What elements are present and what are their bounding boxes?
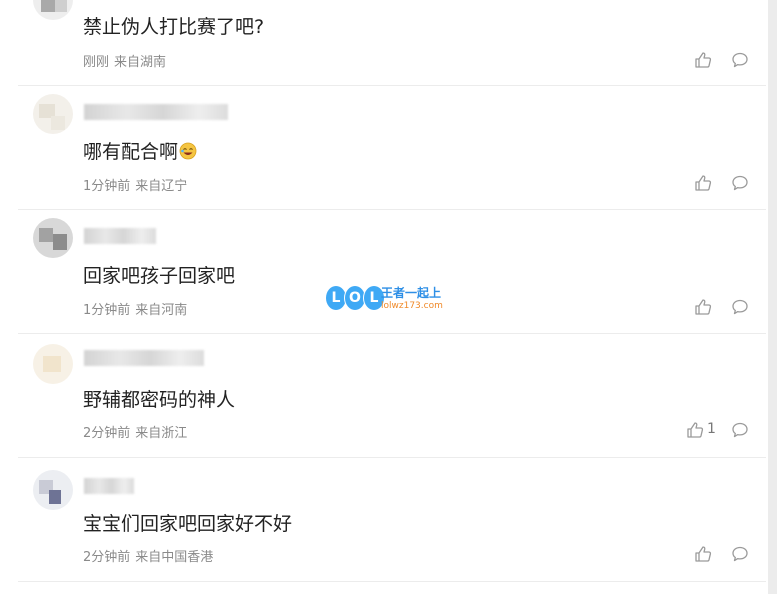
avatar[interactable] bbox=[33, 0, 73, 20]
comment-text: 野辅都密码的神人 bbox=[83, 389, 236, 411]
watermark-title: 王者一起上 bbox=[381, 286, 442, 300]
thumbs-up-icon[interactable] bbox=[694, 174, 712, 192]
comment-text: 禁止伪人打比赛了吧? bbox=[83, 16, 265, 38]
like-count: 1 bbox=[707, 421, 716, 437]
comment-bubble-icon[interactable] bbox=[731, 298, 749, 316]
comment-location: 来自中国香港 bbox=[135, 550, 214, 565]
comment-time: 1分钟前 bbox=[83, 303, 131, 318]
comment-item: 野辅都密码的神人 2分钟前 来自浙江 1 bbox=[18, 334, 766, 458]
username-blurred[interactable] bbox=[84, 350, 204, 366]
avatar[interactable] bbox=[33, 344, 73, 384]
comment-text-content: 哪有配合啊 bbox=[83, 141, 179, 163]
comment-meta: 2分钟前 来自浙江 bbox=[83, 422, 187, 441]
avatar[interactable] bbox=[33, 94, 73, 134]
comment-time: 2分钟前 bbox=[83, 426, 131, 441]
username-blurred[interactable] bbox=[84, 104, 228, 120]
avatar[interactable] bbox=[33, 218, 73, 258]
scrollbar-track[interactable] bbox=[768, 0, 777, 594]
watermark-logo: L O L bbox=[325, 285, 385, 311]
comment-bubble-icon[interactable] bbox=[731, 545, 749, 563]
comment-location: 来自湖南 bbox=[114, 55, 167, 70]
username-blurred[interactable] bbox=[84, 228, 156, 244]
comment-meta: 2分钟前 来自中国香港 bbox=[83, 546, 213, 565]
comment-meta: 1分钟前 来自辽宁 bbox=[83, 175, 187, 194]
comment-text: 回家吧孩子回家吧 bbox=[83, 265, 236, 287]
comment-time: 2分钟前 bbox=[83, 550, 131, 565]
comment-item: 禁止伪人打比赛了吧? 刚刚 来自湖南 bbox=[18, 0, 766, 86]
comment-item: 宝宝们回家吧回家好不好 2分钟前 来自中国香港 bbox=[18, 458, 766, 582]
thumbs-up-icon[interactable] bbox=[694, 545, 712, 563]
comment-meta: 刚刚 来自湖南 bbox=[83, 51, 166, 70]
comment-meta: 1分钟前 来自河南 bbox=[83, 299, 187, 318]
avatar[interactable] bbox=[33, 470, 73, 510]
laughing-emoji-icon bbox=[179, 142, 197, 160]
thumbs-up-icon[interactable] bbox=[686, 421, 704, 439]
comment-bubble-icon[interactable] bbox=[731, 421, 749, 439]
thumbs-up-icon[interactable] bbox=[694, 51, 712, 69]
comment-time: 刚刚 bbox=[83, 55, 110, 70]
comment-location: 来自辽宁 bbox=[135, 179, 188, 194]
comment-time: 1分钟前 bbox=[83, 179, 131, 194]
watermark-url: lolwz173.com bbox=[381, 301, 443, 311]
comment-location: 来自河南 bbox=[135, 303, 188, 318]
comment-text: 哪有配合啊 bbox=[83, 137, 197, 164]
comment-location: 来自浙江 bbox=[135, 426, 188, 441]
comment-item: 哪有配合啊 1分钟前 来自辽宁 bbox=[18, 86, 766, 210]
comment-bubble-icon[interactable] bbox=[731, 174, 749, 192]
thumbs-up-icon[interactable] bbox=[694, 298, 712, 316]
username-blurred[interactable] bbox=[84, 478, 134, 494]
watermark: L O L 王者一起上 lolwz173.com bbox=[325, 283, 455, 317]
comment-text: 宝宝们回家吧回家好不好 bbox=[83, 513, 293, 535]
comment-bubble-icon[interactable] bbox=[731, 51, 749, 69]
